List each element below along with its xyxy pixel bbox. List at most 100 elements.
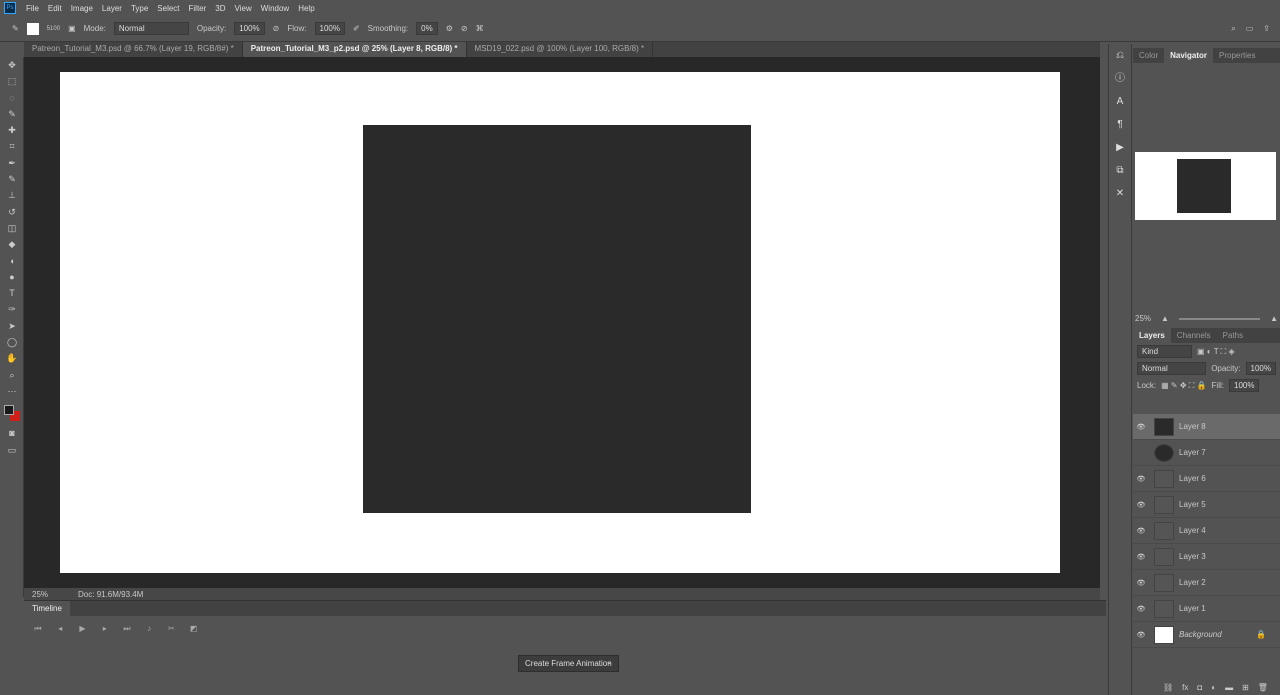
mask-icon[interactable]: ◘ <box>1197 683 1202 692</box>
airbrush-icon[interactable]: ✐ <box>353 24 360 33</box>
layer-row[interactable]: 👁 Layer 5 <box>1133 492 1280 518</box>
menu-filter[interactable]: Filter <box>189 4 207 13</box>
zoom-out-icon[interactable]: ▲ <box>1161 314 1169 323</box>
symmetry-icon[interactable]: ⌘ <box>476 24 484 33</box>
marquee-tool-icon[interactable]: ⬚ <box>0 73 24 89</box>
eye-icon[interactable]: 👁 <box>1133 579 1149 587</box>
gear-icon[interactable]: ⚙ <box>446 24 453 33</box>
lock-icons[interactable]: ▦ ✎ ✥ ⛶ 🔒 <box>1161 381 1206 391</box>
zoom-slider[interactable] <box>1178 317 1261 320</box>
crop-tool-icon[interactable]: ⌗ <box>0 138 24 154</box>
menu-3d[interactable]: 3D <box>215 4 225 13</box>
folder-icon[interactable]: ▬ <box>1225 683 1233 692</box>
layer-row[interactable]: 👁 Layer 4 <box>1133 518 1280 544</box>
eraser-tool-icon[interactable]: ◫ <box>0 220 24 236</box>
zoom-level[interactable]: 25% <box>32 590 48 599</box>
previous-frame-icon[interactable]: ◂ <box>50 624 70 633</box>
tab-properties[interactable]: Properties <box>1213 48 1261 63</box>
character-icon[interactable]: A <box>1109 90 1131 113</box>
bucket-tool-icon[interactable]: ◆ <box>0 236 24 252</box>
foreground-color[interactable] <box>4 405 14 416</box>
tab-layers[interactable]: Layers <box>1133 328 1171 343</box>
layer-row[interactable]: 👁 Layer 1 <box>1133 596 1280 622</box>
link-icon[interactable]: ⛓ <box>1163 683 1173 692</box>
menu-window[interactable]: Window <box>261 4 289 13</box>
brush-tool-icon[interactable]: ✎ <box>12 24 19 33</box>
menu-file[interactable]: File <box>26 4 39 13</box>
document-tab[interactable]: Patreon_Tutorial_M3_p2.psd @ 25% (Layer … <box>242 42 467 57</box>
zoom-tool-icon[interactable]: ⌕ <box>0 367 24 383</box>
brush-tool-icon[interactable]: ✎ <box>0 171 24 187</box>
move-tool-icon[interactable]: ✥ <box>0 57 24 73</box>
chevron-down-icon[interactable]: ⌄ <box>606 657 613 666</box>
pressure-size-icon[interactable]: ⊘ <box>461 24 468 33</box>
menu-edit[interactable]: Edit <box>48 4 62 13</box>
path-select-tool-icon[interactable]: ➤ <box>0 318 24 334</box>
layer-row[interactable]: 👁 Layer 6 <box>1133 466 1280 492</box>
history-brush-tool-icon[interactable]: ↺ <box>0 204 24 220</box>
document-tab[interactable]: Patreon_Tutorial_M3.psd @ 66.7% (Layer 1… <box>24 42 243 57</box>
document-tab[interactable]: MSD19_022.psd @ 100% (Layer 100, RGB/8) … <box>467 42 654 57</box>
menu-image[interactable]: Image <box>71 4 93 13</box>
smoothing-field[interactable]: 0% <box>416 22 438 35</box>
lasso-tool-icon[interactable]: ◌ <box>0 90 24 106</box>
menu-view[interactable]: View <box>235 4 252 13</box>
actions-play-icon[interactable]: ▶ <box>1109 136 1131 159</box>
menu-help[interactable]: Help <box>298 4 314 13</box>
zoom-in-icon[interactable]: ▲ <box>1270 314 1278 323</box>
fx-icon[interactable]: fx <box>1182 683 1188 692</box>
layer-fill[interactable]: 100% <box>1229 379 1260 392</box>
filter-icons[interactable]: ▣ ◐ T ⛶ ◈ <box>1197 347 1235 357</box>
paragraph-icon[interactable]: ¶ <box>1109 113 1131 136</box>
more-tool-icon[interactable]: ⋯ <box>0 383 24 399</box>
healing-tool-icon[interactable]: ✚ <box>0 122 24 138</box>
workspace-icon[interactable]: ▭ <box>1246 24 1254 34</box>
quick-mask-icon[interactable]: ◙ <box>0 425 24 441</box>
eye-icon[interactable]: 👁 <box>1133 475 1149 483</box>
layer-row[interactable]: 👁 Background 🔒 <box>1133 622 1280 648</box>
eye-icon[interactable]: 👁 <box>1133 631 1149 639</box>
first-frame-icon[interactable]: ⏮ <box>28 624 48 634</box>
flow-field[interactable]: 100% <box>314 22 345 35</box>
screen-mode-icon[interactable]: ▭ <box>0 442 24 458</box>
pen-tool-icon[interactable]: ✑ <box>0 301 24 317</box>
next-frame-icon[interactable]: ▸ <box>95 624 115 633</box>
menu-type[interactable]: Type <box>131 4 148 13</box>
opacity-field[interactable]: 100% <box>234 22 265 35</box>
color-swatches[interactable] <box>0 399 23 425</box>
shape-tool-icon[interactable]: ◯ <box>0 334 24 350</box>
quick-select-tool-icon[interactable]: ✎ <box>0 106 24 122</box>
audio-icon[interactable]: ♪ <box>139 624 159 633</box>
type-tool-icon[interactable]: T <box>0 285 24 301</box>
brush-settings-icon[interactable]: ▣ <box>68 24 76 33</box>
blur-tool-icon[interactable]: ◖ <box>0 253 24 269</box>
last-frame-icon[interactable]: ⏭ <box>117 624 137 634</box>
layer-row[interactable]: 👁 Layer 3 <box>1133 544 1280 570</box>
tab-paths[interactable]: Paths <box>1217 328 1249 343</box>
tab-channels[interactable]: Channels <box>1171 328 1217 343</box>
adjustment-icon[interactable]: ◐ <box>1211 683 1216 692</box>
eye-icon[interactable]: 👁 <box>1133 527 1149 535</box>
create-frame-animation-button[interactable]: Create Frame Animation <box>518 655 619 672</box>
clone-source-icon[interactable]: ⧉ <box>1109 159 1131 182</box>
timeline-tab[interactable]: Timeline <box>24 601 70 616</box>
mode-select[interactable]: Normal <box>113 22 189 35</box>
search-icon[interactable]: ⌕ <box>1231 24 1235 34</box>
history-icon[interactable]: ⎌ <box>1109 44 1131 67</box>
canvas-area[interactable] <box>24 57 1100 588</box>
layer-row[interactable]: Layer 7 <box>1133 440 1280 466</box>
eyedropper-tool-icon[interactable]: ✒ <box>0 155 24 171</box>
stamp-tool-icon[interactable]: ⊥ <box>0 187 24 203</box>
pressure-opacity-icon[interactable]: ⊘ <box>273 24 280 33</box>
dodge-tool-icon[interactable]: ● <box>0 269 24 285</box>
layer-filter[interactable]: Kind <box>1137 345 1192 358</box>
tab-color[interactable]: Color <box>1133 48 1164 63</box>
eye-icon[interactable]: 👁 <box>1133 553 1149 561</box>
menu-layer[interactable]: Layer <box>102 4 122 13</box>
layer-row[interactable]: 👁 Layer 2 <box>1133 570 1280 596</box>
eye-icon[interactable]: 👁 <box>1133 423 1149 431</box>
share-icon[interactable]: ⇪ <box>1263 24 1270 34</box>
document-canvas[interactable] <box>60 72 1060 573</box>
menu-select[interactable]: Select <box>157 4 179 13</box>
brush-preset-picker[interactable] <box>26 22 39 35</box>
